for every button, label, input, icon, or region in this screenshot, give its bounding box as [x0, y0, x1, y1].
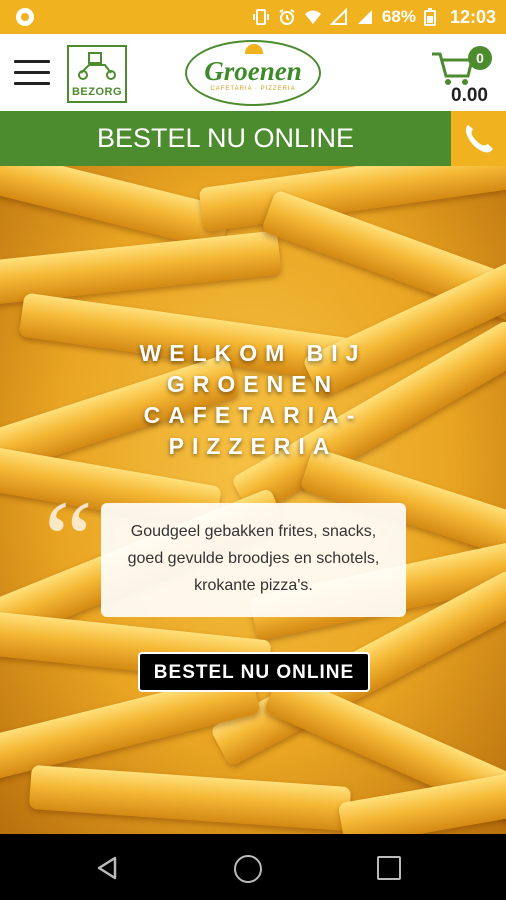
hamburger-menu-icon[interactable]: [14, 60, 50, 86]
status-bar: 68% 12:03: [0, 0, 506, 34]
cart-total: 0.00: [451, 85, 488, 106]
app-header: BEZORG Groenen CAFETARIA · PIZZERIA 0 0.…: [0, 34, 506, 112]
delivery-badge-label: BEZORG: [71, 86, 123, 98]
quote-icon: “: [44, 478, 93, 600]
hero-banner: WELKOM BIJ GROENEN CAFETARIA- PIZZERIA “…: [0, 166, 506, 834]
logo-name: Groenen: [204, 56, 302, 86]
cart-button[interactable]: 0 0.00: [428, 44, 492, 106]
signal-icon: [357, 10, 372, 24]
scooter-icon: [78, 52, 116, 80]
cart-count-badge: 0: [468, 46, 492, 70]
battery-percent: 68%: [381, 7, 416, 26]
alarm-icon: [279, 9, 295, 25]
home-icon[interactable]: [234, 855, 262, 883]
back-icon[interactable]: [95, 856, 119, 880]
order-online-bar[interactable]: BESTEL NU ONLINE: [0, 111, 451, 166]
phone-icon: [465, 125, 493, 153]
call-button[interactable]: [451, 111, 506, 166]
recent-apps-icon[interactable]: [377, 856, 401, 880]
welcome-heading-line: GROENEN: [166, 371, 340, 397]
vibrate-icon: [252, 9, 269, 25]
notification-icon: [16, 8, 34, 26]
delivery-badge[interactable]: BEZORG: [67, 45, 127, 103]
order-now-button[interactable]: BESTEL NU ONLINE: [138, 652, 370, 692]
tagline-text: Goudgeel gebakken frites, snacks, goed g…: [127, 523, 380, 594]
welcome-heading-line: PIZZERIA: [168, 433, 338, 459]
welcome-heading-line: CAFETARIA-: [143, 402, 363, 428]
welcome-heading: WELKOM BIJ GROENEN CAFETARIA- PIZZERIA: [0, 338, 506, 462]
clock-time: 12:03: [449, 6, 496, 27]
logo-subtitle: CAFETARIA · PIZZERIA: [210, 86, 296, 92]
sun-icon: [245, 44, 263, 54]
welcome-heading-line: WELKOM BIJ: [139, 340, 367, 366]
wifi-icon: [304, 10, 321, 24]
groenen-logo[interactable]: Groenen CAFETARIA · PIZZERIA: [185, 40, 321, 106]
battery-icon: [423, 8, 436, 26]
tagline-box: Goudgeel gebakken frites, snacks, goed g…: [101, 503, 406, 617]
system-navigation-bar: [0, 834, 506, 900]
signal-icon: [329, 8, 347, 25]
